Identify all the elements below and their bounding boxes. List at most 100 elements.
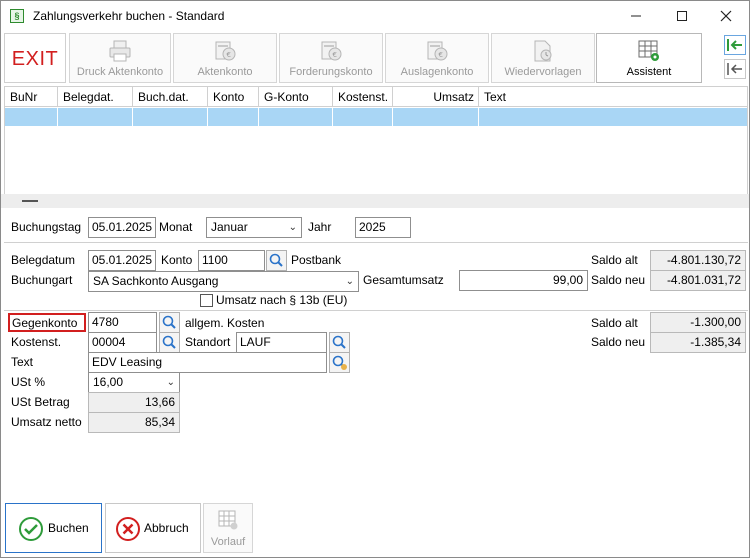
gegenkonto-saldo-alt-value: -1.300,00 xyxy=(650,312,746,333)
nav-in-button[interactable] xyxy=(724,35,746,55)
assistent-button[interactable]: Assistent xyxy=(596,33,702,83)
account-icon: € xyxy=(215,41,236,61)
col-kostenst[interactable]: Kostenst. xyxy=(333,87,393,107)
gegenkonto-saldo-alt-label: Saldo alt xyxy=(591,316,638,330)
umsatz-13b-checkbox[interactable] xyxy=(200,294,213,307)
ust-betrag-label: USt Betrag xyxy=(11,395,70,409)
col-belegdat[interactable]: Belegdat. xyxy=(58,87,133,107)
app-icon: § xyxy=(10,9,24,23)
claim-account-icon: € xyxy=(321,41,342,61)
wiedervorlagen-button[interactable]: Wiedervorlagen xyxy=(491,33,595,83)
nav-out-button[interactable] xyxy=(724,59,746,79)
divider xyxy=(4,242,748,243)
vorlauf-button[interactable]: Vorlauf xyxy=(203,503,253,553)
monat-select[interactable]: Januar ⌄ xyxy=(206,217,302,238)
kostenst-search-button[interactable] xyxy=(159,332,180,353)
jahr-label: Jahr xyxy=(308,220,332,234)
ust-label: USt % xyxy=(11,375,46,389)
minimize-button[interactable] xyxy=(613,1,659,31)
gegenkonto-search-button[interactable] xyxy=(159,312,180,333)
druck-aktenkonto-button[interactable]: Druck Aktenkonto xyxy=(69,33,171,83)
cell-gkonto xyxy=(259,108,333,126)
buchungstag-field[interactable]: 05.01.2025 xyxy=(88,217,156,238)
grid-splitter[interactable] xyxy=(1,194,749,208)
bookings-table[interactable]: BuNr Belegdat. Buch.dat. Konto G-Konto K… xyxy=(4,86,748,196)
col-bunr[interactable]: BuNr xyxy=(5,87,58,107)
wiedervorlagen-label: Wiedervorlagen xyxy=(504,66,582,78)
dialog-window: § Zahlungsverkehr buchen - Standard EXIT… xyxy=(0,0,750,558)
text-field[interactable]: EDV Leasing xyxy=(88,352,327,373)
close-icon xyxy=(720,10,732,22)
belegdatum-label: Belegdatum xyxy=(11,253,76,267)
konto-field[interactable]: 1100 xyxy=(198,250,265,271)
gegenkonto-saldo-neu-value: -1.385,34 xyxy=(650,332,746,353)
kostenst-field[interactable]: 00004 xyxy=(88,332,157,353)
umsatz-netto-label: Umsatz netto xyxy=(11,415,82,429)
search-icon xyxy=(332,335,346,349)
splitter-handle-icon xyxy=(22,200,38,202)
maximize-icon xyxy=(677,11,687,21)
ust-select[interactable]: 16,00 ⌄ xyxy=(88,372,180,393)
cell-umsatz xyxy=(393,108,479,126)
arrow-left-in-icon xyxy=(727,39,742,51)
table-header: BuNr Belegdat. Buch.dat. Konto G-Konto K… xyxy=(5,87,747,107)
svg-text:€: € xyxy=(227,51,231,59)
jahr-field[interactable]: 2025 xyxy=(355,217,411,238)
umsatz-netto-value: 85,34 xyxy=(88,412,180,433)
title-bar: § Zahlungsverkehr buchen - Standard xyxy=(1,1,749,31)
cell-konto xyxy=(208,108,259,126)
aktenkonto-button[interactable]: € Aktenkonto xyxy=(173,33,277,83)
svg-text:€: € xyxy=(333,51,337,59)
text-template-button[interactable] xyxy=(329,352,350,373)
gesamtumsatz-field[interactable]: 99,00 xyxy=(459,270,588,291)
chevron-down-icon: ⌄ xyxy=(166,377,175,388)
svg-text:€: € xyxy=(439,51,443,59)
buchungsart-label: Buchungart xyxy=(11,273,73,287)
window-title: Zahlungsverkehr buchen - Standard xyxy=(33,9,225,23)
konto-name: Postbank xyxy=(291,253,342,267)
maximize-button[interactable] xyxy=(659,1,705,31)
exit-label: EXIT xyxy=(11,48,59,70)
saldo-neu-label: Saldo neu xyxy=(591,273,646,287)
gegenkonto-field[interactable]: 4780 xyxy=(88,312,157,333)
assistent-label: Assistent xyxy=(626,66,672,78)
standort-label: Standort xyxy=(185,335,231,349)
auslagenkonto-label: Auslagenkonto xyxy=(400,66,474,78)
monat-label: Monat xyxy=(159,220,193,234)
search-icon xyxy=(269,253,283,267)
grid-settings-icon xyxy=(638,40,659,61)
table-row[interactable] xyxy=(5,108,747,126)
buchungsart-select[interactable]: SA Sachkonto Ausgang ⌄ xyxy=(88,271,359,292)
divider xyxy=(4,310,748,311)
exit-button[interactable]: EXIT xyxy=(4,33,66,83)
belegdatum-field[interactable]: 05.01.2025 xyxy=(88,250,156,271)
col-text[interactable]: Text xyxy=(479,87,747,107)
aktenkonto-label: Aktenkonto xyxy=(197,66,253,78)
forderungskonto-label: Forderungskonto xyxy=(289,66,373,78)
col-buchdat[interactable]: Buch.dat. xyxy=(133,87,208,107)
col-gkonto[interactable]: G-Konto xyxy=(259,87,333,107)
search-icon xyxy=(162,335,176,349)
close-button[interactable] xyxy=(703,1,749,31)
resubmission-icon xyxy=(534,40,552,62)
auslagenkonto-button[interactable]: € Auslagenkonto xyxy=(385,33,489,83)
umsatz-13b-label: Umsatz nach § 13b (EU) xyxy=(216,293,348,307)
standort-field[interactable]: LAUF xyxy=(236,332,327,353)
buchungsart-value: SA Sachkonto Ausgang xyxy=(93,274,219,288)
text-label: Text xyxy=(11,355,34,369)
minimize-icon xyxy=(631,15,641,17)
buchen-button[interactable]: Buchen xyxy=(5,503,102,553)
batch-grid-icon xyxy=(218,510,238,530)
konto-search-button[interactable] xyxy=(266,250,287,271)
cell-buchdat xyxy=(133,108,208,126)
cell-bunr xyxy=(5,108,58,126)
standort-search-button[interactable] xyxy=(329,332,350,353)
col-konto[interactable]: Konto xyxy=(208,87,259,107)
gegenkonto-label: Gegenkonto xyxy=(12,316,78,330)
forderungskonto-button[interactable]: € Forderungskonto xyxy=(279,33,383,83)
cell-belegdat xyxy=(58,108,133,126)
col-umsatz[interactable]: Umsatz xyxy=(393,87,479,107)
gesamtumsatz-label: Gesamtumsatz xyxy=(363,273,444,287)
chevron-down-icon: ⌄ xyxy=(288,222,297,233)
abbruch-button[interactable]: Abbruch xyxy=(105,503,201,553)
